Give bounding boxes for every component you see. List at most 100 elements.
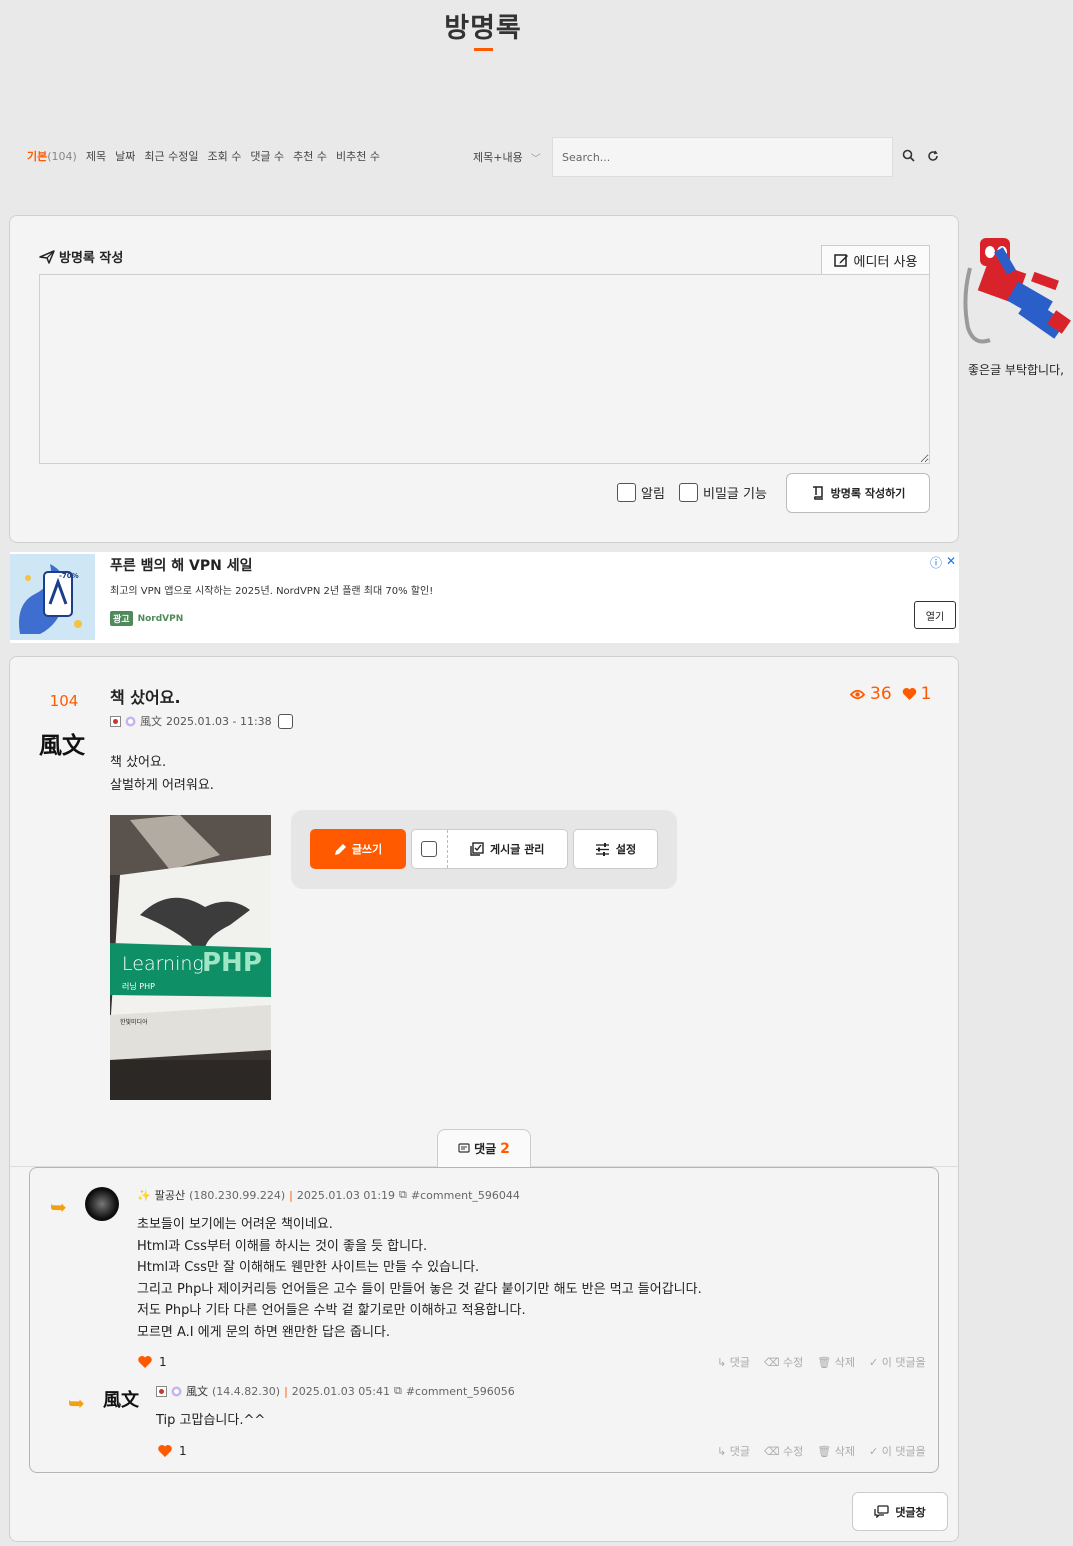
search-input[interactable] [553,138,892,176]
comment-1-author[interactable]: 팔공산 [155,1187,185,1203]
comment-1-anchor[interactable]: #comment_596044 [411,1189,520,1202]
this-comment-action[interactable]: ✓ 이 댓글을 [869,1354,926,1370]
comments-tab[interactable]: 댓글 2 [437,1129,531,1167]
book-title-2: PHP [202,948,262,978]
ad-controls: ⓘ ✕ [930,554,956,571]
delete-action[interactable]: 🗑 삭제 [817,1354,855,1370]
post-date: 2025.01.03 - 11:38 [166,714,272,728]
manage-posts-button[interactable]: 게시글 관리 [470,841,544,857]
comment-2-actions: ↳ 댓글 ⌫ 수정 🗑 삭제 ✓ 이 댓글을 [717,1443,926,1459]
chat-bubbles-icon [874,1505,889,1518]
editor-toggle-button[interactable]: 에디터 사용 [821,245,930,275]
manage-posts-group: 게시글 관리 [411,829,568,869]
author-avatar: 風文 [39,732,85,759]
reply-arrow-icon: ➥ [68,1391,85,1415]
search-scope-select[interactable]: 제목+내용 ﹀ [473,149,541,165]
this-comment-action[interactable]: ✓ 이 댓글을 [869,1443,926,1459]
flag-icon [110,715,121,727]
link-icon: ⧉ [399,1188,407,1201]
delete-action[interactable]: 🗑 삭제 [817,1443,855,1459]
ad-info-icon[interactable]: ⓘ [930,554,942,571]
ad-badge: -70% [59,572,79,580]
sort-default[interactable]: 기본(104) [27,148,77,164]
book-icon [812,486,823,500]
level-badge-icon [171,1386,182,1396]
sort-title[interactable]: 제목 [86,148,106,164]
comment-2-author[interactable]: 風文 [186,1383,208,1399]
views-stat: 36 [850,684,892,704]
comment-2-like-button[interactable]: 1 [157,1444,187,1458]
reply-action[interactable]: ↳ 댓글 [717,1443,750,1459]
guestbook-textarea[interactable] [39,274,930,464]
reply-action[interactable]: ↳ 댓글 [717,1354,750,1370]
submit-guestbook-button[interactable]: 방명록 작성하기 [786,473,930,513]
secret-option[interactable]: 비밀글 기능 [679,483,767,502]
post-number: 104 [49,692,79,710]
refresh-icon[interactable] [927,150,939,166]
link-icon: ⧉ [393,1384,402,1397]
search-box [552,137,893,177]
book-subtitle: 러닝 PHP [122,982,155,991]
paper-plane-icon [39,249,55,264]
page-title: 방명록 [444,13,522,44]
sparkle-icon: ✨ [137,1188,151,1202]
sort-modified[interactable]: 최근 수정일 [144,148,198,164]
eye-icon [850,689,865,699]
post-author[interactable]: 風文 [140,713,162,729]
comment-1-meta: ✨ 팔공산 (180.230.99.224) | 2025.01.03 01:1… [137,1187,520,1203]
sort-date[interactable]: 날짜 [115,148,135,164]
post-stats: 36 1 [850,684,931,704]
edit-action[interactable]: ⌫ 수정 [764,1443,803,1459]
post-image[interactable]: Learning PHP 러닝 PHP 한빛미디어 [110,815,271,1100]
likes-stat: 1 [902,684,931,704]
reply-avatar: 風文 [103,1390,139,1411]
post-title[interactable]: 책 샀어요. [110,684,181,708]
book-title-1: Learning [122,953,204,975]
sidebar-caption: 좋은글 부탁합니다, [968,363,1064,377]
sort-comments[interactable]: 댓글 수 [250,148,284,164]
sort-downvotes[interactable]: 비추천 수 [336,148,380,164]
notify-checkbox[interactable] [617,483,636,502]
heart-icon [158,1445,172,1457]
sliders-icon [595,842,609,856]
commenter-avatar [85,1187,119,1221]
comment-2-anchor[interactable]: #comment_596056 [406,1385,515,1398]
chevron-down-icon: ﹀ [530,153,541,165]
comment-2-meta: 風文 (14.4.82.30) | 2025.01.03 05:41 ⧉ #co… [156,1383,515,1399]
ad-title: 푸른 뱀의 해 VPN 세일 [110,558,253,574]
comment-window-button[interactable]: 댓글창 [852,1492,948,1531]
mascot-image [960,228,1073,354]
reply-arrow-icon: ➥ [50,1195,67,1219]
edit-action[interactable]: ⌫ 수정 [764,1354,803,1370]
write-post-button[interactable]: 글쓰기 [310,829,406,869]
book-publisher: 한빛미디어 [120,1019,148,1026]
comment-1-body: 초보들이 보기에는 어려운 책이네요. Html과 Css부터 이해를 하시는 … [137,1217,702,1340]
sort-votes[interactable]: 추천 수 [293,148,327,164]
heart-icon [138,1356,152,1368]
notify-option[interactable]: 알림 [617,483,665,502]
heart-icon [902,688,916,700]
post-meta: 風文 2025.01.03 - 11:38 [110,713,293,729]
settings-button[interactable]: 설정 [573,829,658,869]
comment-1-like-button[interactable]: 1 [137,1355,167,1369]
edit-icon [833,253,848,267]
checklist-icon [470,842,484,856]
post-body: 책 샀어요. 살벌하게 어려워요. [110,755,214,793]
sort-bar: 기본(104) 제목 날짜 최근 수정일 조회 수 댓글 수 추천 수 비추천 … [27,148,380,164]
search-icon[interactable] [902,149,915,166]
ad-close-icon[interactable]: ✕ [946,554,956,571]
secret-checkbox[interactable] [679,483,698,502]
sort-views[interactable]: 조회 수 [207,148,241,164]
title-underline [474,48,493,51]
ad-open-button[interactable]: 열기 [914,601,956,629]
ad-image: -70% [10,554,95,640]
comment-icon [458,1142,470,1153]
ad-description: 최고의 VPN 앱으로 시작하는 2025년. NordVPN 2년 플랜 최대… [110,586,434,597]
manage-select-checkbox[interactable] [421,841,437,857]
write-heading: 방명록 작성 [39,247,123,266]
level-badge-icon [125,716,136,726]
post-select-checkbox[interactable] [277,713,293,729]
comment-1-actions: ↳ 댓글 ⌫ 수정 🗑 삭제 ✓ 이 댓글을 [717,1354,926,1370]
ad-banner[interactable]: -70% 푸른 뱀의 해 VPN 세일 최고의 VPN 앱으로 시작하는 202… [10,552,959,643]
pencil-icon [334,843,346,855]
